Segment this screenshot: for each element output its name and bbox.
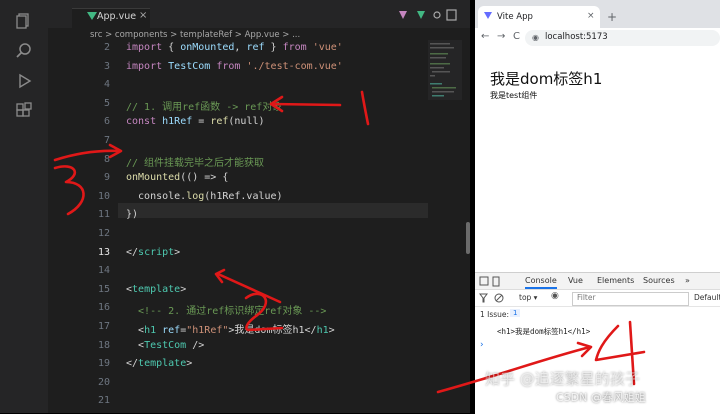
line-number: 9 bbox=[103, 172, 110, 184]
site-info-icon[interactable]: ◉ bbox=[532, 33, 539, 42]
url-text: localhost:5173 bbox=[545, 32, 608, 42]
line-number: 12 bbox=[97, 228, 110, 239]
vite-icon bbox=[484, 12, 492, 19]
tab-elements[interactable]: Elements bbox=[597, 276, 634, 285]
tab-sources[interactable]: Sources bbox=[643, 276, 675, 285]
test-component-text: 我是test组件 bbox=[490, 91, 538, 100]
line-number: 15 bbox=[97, 283, 110, 295]
line-number: 6 bbox=[103, 116, 110, 128]
editor-scrollbar[interactable] bbox=[466, 222, 470, 254]
editor-actions[interactable] bbox=[395, 9, 465, 21]
tab-console[interactable]: Console bbox=[525, 276, 557, 289]
code-line[interactable]: const h1Ref = ref(null) bbox=[126, 116, 265, 127]
more-tabs-icon[interactable]: » bbox=[685, 276, 690, 285]
line-number: 11 bbox=[97, 209, 110, 221]
back-icon[interactable]: ← bbox=[481, 31, 489, 42]
close-icon[interactable]: × bbox=[139, 10, 147, 21]
context-select[interactable]: top ▾ bbox=[519, 293, 537, 302]
activity-bar bbox=[0, 0, 48, 413]
line-number: 14 bbox=[97, 265, 110, 277]
run-debug-icon[interactable] bbox=[15, 72, 33, 90]
line-number: 19 bbox=[97, 358, 110, 370]
reload-icon[interactable]: C bbox=[513, 31, 520, 42]
code-line[interactable]: // 1. 调用ref函数 -> ref对象 bbox=[126, 98, 282, 113]
page-heading: 我是dom标签h1 bbox=[490, 70, 603, 88]
close-tab-icon[interactable]: × bbox=[587, 11, 595, 21]
line-number: 8 bbox=[103, 153, 110, 165]
files-icon[interactable] bbox=[15, 12, 33, 30]
line-number: 21 bbox=[97, 395, 110, 407]
console-log-output[interactable]: <h1>我是dom标签h1</h1> bbox=[497, 326, 590, 337]
vue-devtools-icon bbox=[399, 11, 407, 19]
console-toolbar-icons[interactable] bbox=[479, 292, 519, 303]
vue-file-icon bbox=[87, 12, 97, 20]
line-number: 10 bbox=[97, 190, 110, 202]
breadcrumb[interactable]: src > components > templateRef > App.vue… bbox=[90, 30, 300, 40]
inspect-icon bbox=[479, 276, 489, 286]
line-number: 16 bbox=[97, 302, 110, 314]
extensions-icon[interactable] bbox=[15, 102, 33, 120]
line-number: 18 bbox=[97, 339, 110, 351]
vue-icon bbox=[417, 11, 425, 19]
watermark-csdn: CSDN @春风姐姐 bbox=[556, 391, 646, 404]
line-number: 7 bbox=[103, 135, 110, 146]
issues-badge[interactable]: 1 bbox=[510, 309, 521, 317]
line-number: 17 bbox=[97, 321, 110, 332]
tab-label: App.vue bbox=[97, 11, 137, 22]
line-number: 2 bbox=[103, 42, 110, 53]
devtools-left-icons[interactable] bbox=[479, 276, 509, 287]
device-icon bbox=[492, 276, 500, 287]
line-number: 5 bbox=[103, 97, 110, 109]
watermark-zhihu: 知乎 @追逐繁星的孩子 bbox=[485, 370, 640, 388]
line-number: 3 bbox=[103, 60, 110, 72]
line-number: 4 bbox=[103, 79, 110, 91]
code-line[interactable]: import { onMounted, ref } from 'vue' bbox=[126, 42, 343, 53]
browser-tab-title: Vite App bbox=[497, 12, 533, 22]
split-editor-icon bbox=[446, 9, 457, 21]
forward-icon[interactable]: → bbox=[497, 31, 505, 42]
code-line[interactable]: onMounted(() => { bbox=[126, 172, 228, 183]
code-line[interactable]: <h1 ref="h1Ref">我是dom标签h1</h1> bbox=[126, 321, 335, 336]
code-line[interactable]: <template> bbox=[126, 284, 186, 295]
console-prompt[interactable]: › bbox=[480, 340, 484, 350]
current-line-highlight bbox=[118, 203, 428, 218]
line-number: 20 bbox=[97, 376, 110, 388]
code-line[interactable]: }) bbox=[126, 209, 138, 220]
minimap[interactable] bbox=[428, 40, 462, 100]
git-compare-icon bbox=[433, 11, 441, 19]
sidebar-icon bbox=[479, 293, 488, 303]
tab-vue[interactable]: Vue bbox=[568, 276, 583, 285]
code-line[interactable]: console.log(h1Ref.value) bbox=[126, 191, 283, 202]
code-line[interactable]: <!-- 2. 通过ref标识绑定ref对象 --> bbox=[126, 302, 326, 317]
filter-placeholder: Filter bbox=[577, 293, 596, 302]
code-line[interactable]: import TestCom from './test-com.vue' bbox=[126, 61, 343, 72]
new-tab-icon[interactable]: + bbox=[607, 10, 617, 24]
code-line[interactable]: <TestCom /> bbox=[126, 340, 204, 351]
code-line[interactable]: // 组件挂载完毕之后才能获取 bbox=[126, 154, 264, 169]
default-levels-select[interactable]: Default bbox=[694, 293, 720, 302]
eye-icon[interactable]: ◉ bbox=[551, 291, 559, 301]
issues-label[interactable]: 1 Issue: bbox=[480, 310, 509, 319]
search-icon[interactable] bbox=[15, 42, 33, 60]
line-number: 13 bbox=[97, 246, 110, 258]
code-line[interactable]: </template> bbox=[126, 358, 192, 369]
code-line[interactable]: </script> bbox=[126, 247, 180, 258]
